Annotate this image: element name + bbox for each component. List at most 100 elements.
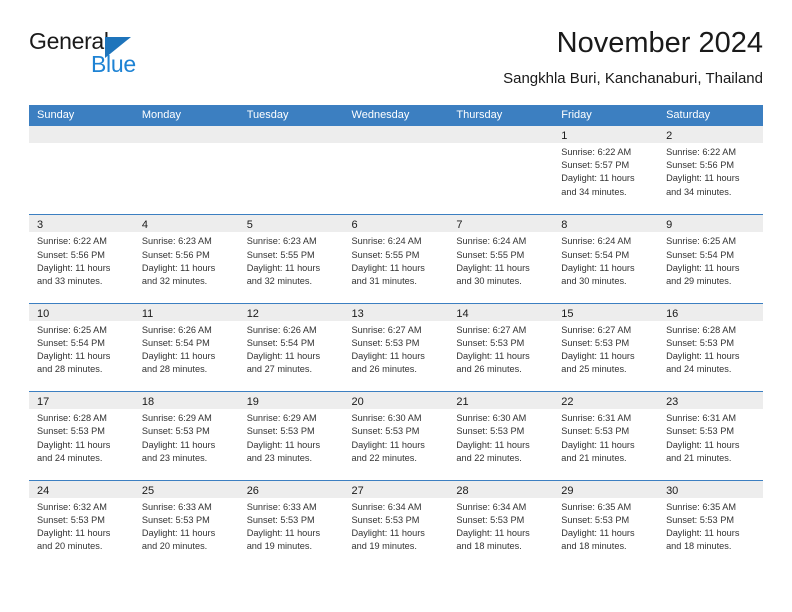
calendar-day-cell[interactable]: 1 Sunrise: 6:22 AM Sunset: 5:57 PM Daylight… bbox=[553, 126, 659, 214]
day-number-bar bbox=[343, 126, 449, 143]
day-number-bar: 8 bbox=[553, 215, 659, 233]
day-info-line: and 27 minutes. bbox=[246, 364, 313, 375]
day-sun-info: Sunrise: 6:22 AM Sunset: 5:56 PM Daylight:… bbox=[658, 143, 763, 199]
day-of-week-header-friday: Friday bbox=[561, 109, 592, 121]
day-info-line: and 23 minutes. bbox=[141, 452, 208, 463]
day-info-line: Sunset: 5:53 PM bbox=[456, 337, 525, 348]
day-sun-info: Sunrise: 6:27 AM Sunset: 5:53 PM Daylight:… bbox=[448, 321, 553, 377]
day-info-line: and 18 minutes. bbox=[456, 541, 522, 552]
day-info-line: Sunset: 5:53 PM bbox=[456, 426, 525, 437]
day-number-bar: 9 bbox=[658, 215, 763, 233]
day-sun-info: Sunrise: 6:30 AM Sunset: 5:53 PM Daylight:… bbox=[448, 409, 553, 465]
day-sun-info: Sunrise: 6:32 AM Sunset: 5:53 PM Daylight:… bbox=[29, 498, 134, 554]
day-sun-info: Sunrise: 6:23 AM Sunset: 5:55 PM Daylight:… bbox=[239, 232, 344, 288]
calendar-day-cell[interactable]: 26 Sunrise: 6:33 AM Sunset: 5:53 PM Dayligh… bbox=[238, 480, 344, 568]
day-number: 28 bbox=[456, 484, 469, 497]
day-info-line: Sunrise: 6:27 AM bbox=[351, 324, 422, 335]
day-number: 4 bbox=[141, 219, 148, 232]
day-sun-info: Sunrise: 6:31 AM Sunset: 5:53 PM Daylight:… bbox=[658, 409, 763, 465]
day-info-line: Daylight: 11 hours bbox=[37, 262, 111, 273]
calendar-day-cell[interactable]: 17 Sunrise: 6:28 AM Sunset: 5:53 PM Dayligh… bbox=[29, 392, 134, 479]
day-of-week-header-saturday: Saturday bbox=[666, 109, 711, 121]
day-number-bar: 22 bbox=[553, 392, 659, 410]
day-number: 29 bbox=[561, 484, 574, 497]
calendar-day-cell[interactable]: 18 Sunrise: 6:29 AM Sunset: 5:53 PM Dayligh… bbox=[133, 392, 239, 479]
calendar-week-row: 3 Sunrise: 6:22 AM Sunset: 5:56 PM Daylight… bbox=[29, 214, 763, 302]
day-info-line: Sunrise: 6:34 AM bbox=[456, 501, 527, 512]
calendar-day-cell[interactable]: 7 Sunrise: 6:24 AM Sunset: 5:55 PM Daylight… bbox=[448, 215, 554, 302]
calendar-day-cell[interactable]: 24 Sunrise: 6:32 AM Sunset: 5:53 PM Dayligh… bbox=[29, 480, 134, 568]
day-info-line: and 28 minutes. bbox=[141, 364, 208, 375]
calendar-day-cell[interactable]: 13 Sunrise: 6:27 AM Sunset: 5:53 PM Dayligh… bbox=[343, 303, 449, 391]
calendar-day-cell[interactable]: 16 Sunrise: 6:28 AM Sunset: 5:53 PM Dayligh… bbox=[658, 303, 763, 391]
day-number: 25 bbox=[141, 484, 155, 497]
day-info-line: Sunrise: 6:30 AM bbox=[351, 413, 422, 424]
calendar-day-cell[interactable]: 6 Sunrise: 6:24 AM Sunset: 5:55 PM Daylight… bbox=[343, 215, 449, 302]
calendar-day-cell[interactable]: 12 Sunrise: 6:26 AM Sunset: 5:54 PM Dayligh… bbox=[238, 303, 344, 391]
title-block: November 2024 Sangkhla Buri, Kanchanabur… bbox=[503, 26, 763, 90]
day-sun-info: Sunrise: 6:30 AM Sunset: 5:53 PM Daylight:… bbox=[344, 409, 449, 465]
calendar-day-cell[interactable]: 28 Sunrise: 6:34 AM Sunset: 5:53 PM Dayligh… bbox=[448, 480, 554, 568]
calendar-day-cell-empty bbox=[133, 126, 239, 214]
day-number-bar: 23 bbox=[658, 392, 763, 410]
calendar-day-cell[interactable]: 30 Sunrise: 6:35 AM Sunset: 5:53 PM Dayligh… bbox=[658, 480, 763, 568]
day-number-bar: 3 bbox=[29, 215, 134, 233]
day-info-line: Daylight: 11 hours bbox=[561, 262, 635, 273]
calendar-day-cell[interactable]: 5 Sunrise: 6:23 AM Sunset: 5:55 PM Daylight… bbox=[238, 215, 344, 302]
day-info-line: and 25 minutes. bbox=[561, 364, 627, 375]
calendar-day-cell[interactable]: 21 Sunrise: 6:30 AM Sunset: 5:53 PM Dayligh… bbox=[448, 392, 554, 479]
day-info-line: and 33 minutes. bbox=[37, 276, 103, 286]
day-info-line: Sunset: 5:53 PM bbox=[246, 426, 315, 437]
day-number-bar: 5 bbox=[238, 215, 344, 233]
calendar-day-cell[interactable]: 11 Sunrise: 6:26 AM Sunset: 5:54 PM Dayligh… bbox=[133, 303, 239, 391]
calendar-day-cell[interactable]: 14 Sunrise: 6:27 AM Sunset: 5:53 PM Dayligh… bbox=[448, 303, 554, 391]
day-sun-info bbox=[29, 143, 134, 146]
day-of-week-header-tuesday: Tuesday bbox=[246, 109, 289, 121]
day-number: 20 bbox=[351, 396, 364, 409]
day-info-line: Sunrise: 6:24 AM bbox=[456, 236, 527, 247]
calendar-day-cell[interactable]: 22 Sunrise: 6:31 AM Sunset: 5:53 PM Dayligh… bbox=[553, 392, 659, 479]
calendar-day-cell[interactable]: 10 Sunrise: 6:25 AM Sunset: 5:54 PM Dayligh… bbox=[29, 303, 134, 391]
day-info-line: Sunset: 5:55 PM bbox=[456, 249, 525, 260]
calendar-day-cell[interactable]: 29 Sunrise: 6:35 AM Sunset: 5:53 PM Dayligh… bbox=[553, 480, 659, 568]
day-sun-info: Sunrise: 6:29 AM Sunset: 5:53 PM Daylight:… bbox=[134, 409, 239, 465]
calendar-day-cell[interactable]: 20 Sunrise: 6:30 AM Sunset: 5:53 PM Dayligh… bbox=[343, 392, 449, 479]
day-number: 21 bbox=[456, 396, 469, 409]
calendar-day-cell[interactable]: 3 Sunrise: 6:22 AM Sunset: 5:56 PM Daylight… bbox=[29, 215, 134, 302]
day-info-line: Sunset: 5:53 PM bbox=[37, 426, 105, 437]
day-number: 13 bbox=[351, 307, 364, 320]
calendar-day-cell[interactable]: 4 Sunrise: 6:23 AM Sunset: 5:56 PM Daylight… bbox=[133, 215, 239, 302]
day-info-line: Sunrise: 6:23 AM bbox=[141, 236, 212, 247]
day-info-line: Sunset: 5:57 PM bbox=[561, 160, 630, 171]
calendar-day-cell[interactable]: 2 Sunrise: 6:22 AM Sunset: 5:56 PM Daylight… bbox=[658, 126, 763, 214]
day-number-bar: 25 bbox=[133, 480, 239, 498]
day-info-line: Sunset: 5:54 PM bbox=[141, 337, 210, 348]
day-info-line: Sunset: 5:53 PM bbox=[351, 514, 420, 525]
calendar-day-cell[interactable]: 8 Sunrise: 6:24 AM Sunset: 5:54 PM Daylight… bbox=[553, 215, 659, 302]
day-info-line: Daylight: 11 hours bbox=[37, 527, 111, 538]
day-info-line: Daylight: 11 hours bbox=[456, 262, 530, 273]
day-sun-info: Sunrise: 6:28 AM Sunset: 5:53 PM Daylight:… bbox=[29, 409, 134, 465]
calendar-day-cell[interactable]: 25 Sunrise: 6:33 AM Sunset: 5:53 PM Dayligh… bbox=[133, 480, 239, 568]
day-info-line: Sunset: 5:53 PM bbox=[666, 337, 734, 348]
day-info-line: Sunrise: 6:32 AM bbox=[37, 501, 107, 512]
calendar-day-cell[interactable]: 15 Sunrise: 6:27 AM Sunset: 5:53 PM Dayligh… bbox=[553, 303, 659, 391]
day-info-line: Sunset: 5:53 PM bbox=[561, 426, 630, 437]
day-info-line: Sunrise: 6:26 AM bbox=[141, 324, 212, 335]
calendar-day-cell[interactable]: 19 Sunrise: 6:29 AM Sunset: 5:53 PM Dayligh… bbox=[238, 392, 344, 479]
day-info-line: Sunrise: 6:30 AM bbox=[456, 413, 527, 424]
day-sun-info bbox=[448, 143, 553, 146]
calendar-day-cell[interactable]: 23 Sunrise: 6:31 AM Sunset: 5:53 PM Dayligh… bbox=[658, 392, 763, 479]
day-info-line: Daylight: 11 hours bbox=[141, 439, 216, 450]
day-of-week-header-sunday: Sunday bbox=[37, 109, 75, 121]
day-number-bar bbox=[238, 126, 344, 143]
day-number-bar: 27 bbox=[343, 480, 449, 498]
day-info-line: Sunset: 5:54 PM bbox=[561, 249, 630, 260]
day-info-line: and 24 minutes. bbox=[37, 452, 103, 463]
day-sun-info: Sunrise: 6:33 AM Sunset: 5:53 PM Daylight:… bbox=[134, 498, 239, 554]
day-info-line: Daylight: 11 hours bbox=[351, 439, 425, 450]
calendar-day-cell[interactable]: 9 Sunrise: 6:25 AM Sunset: 5:54 PM Daylight… bbox=[658, 215, 763, 302]
calendar-day-cell[interactable]: 27 Sunrise: 6:34 AM Sunset: 5:53 PM Dayligh… bbox=[343, 480, 449, 568]
day-number-bar bbox=[133, 126, 239, 143]
calendar-week-row: 17 Sunrise: 6:28 AM Sunset: 5:53 PM Dayligh… bbox=[29, 391, 763, 479]
